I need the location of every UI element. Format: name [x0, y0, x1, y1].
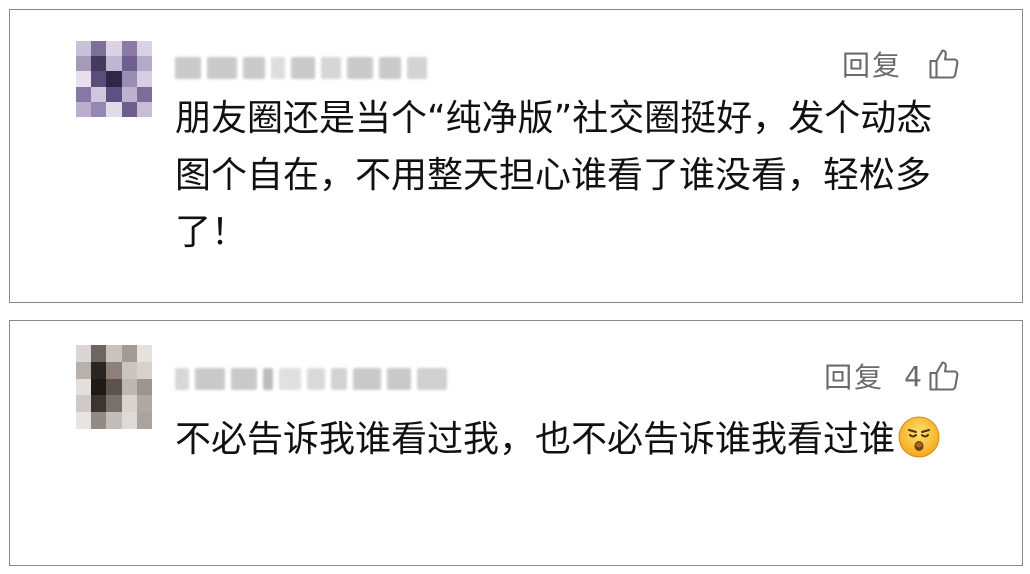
- thumbs-up-icon: [926, 358, 962, 394]
- comment-text-block: 不必告诉我谁看过我，也不必告诉谁我看过谁: [175, 411, 962, 468]
- avatar[interactable]: [76, 345, 152, 429]
- username-blurred[interactable]: [175, 364, 447, 394]
- username-blurred[interactable]: [175, 53, 427, 83]
- reply-button[interactable]: 回复: [842, 44, 902, 84]
- comment-text: 朋友圈还是当个“纯净版”社交圈挺好，发个动态图个自在，不用整天担心谁看了谁没看，…: [175, 98, 933, 253]
- comment-card: 回复 4 不必告诉我谁看过我，也不必告诉谁我看过谁: [9, 320, 1023, 566]
- thumbs-up-icon: [926, 46, 962, 82]
- comment-actions: 回复 4: [824, 356, 962, 396]
- comment-text: 不必告诉我谁看过我，也不必告诉谁我看过谁: [175, 419, 896, 460]
- like-button[interactable]: [922, 46, 962, 82]
- comment-card: 回复 朋友圈还是当个“纯净版”社交圈挺好，发个动态图个自在，不用整天担心谁看了谁…: [9, 9, 1023, 303]
- comment-actions: 回复: [842, 44, 962, 84]
- reply-button[interactable]: 回复: [824, 356, 884, 396]
- avatar[interactable]: [76, 41, 152, 117]
- like-button[interactable]: 4: [904, 358, 962, 394]
- like-count: 4: [904, 359, 922, 393]
- dizzy-face-emoji-icon: [897, 415, 941, 459]
